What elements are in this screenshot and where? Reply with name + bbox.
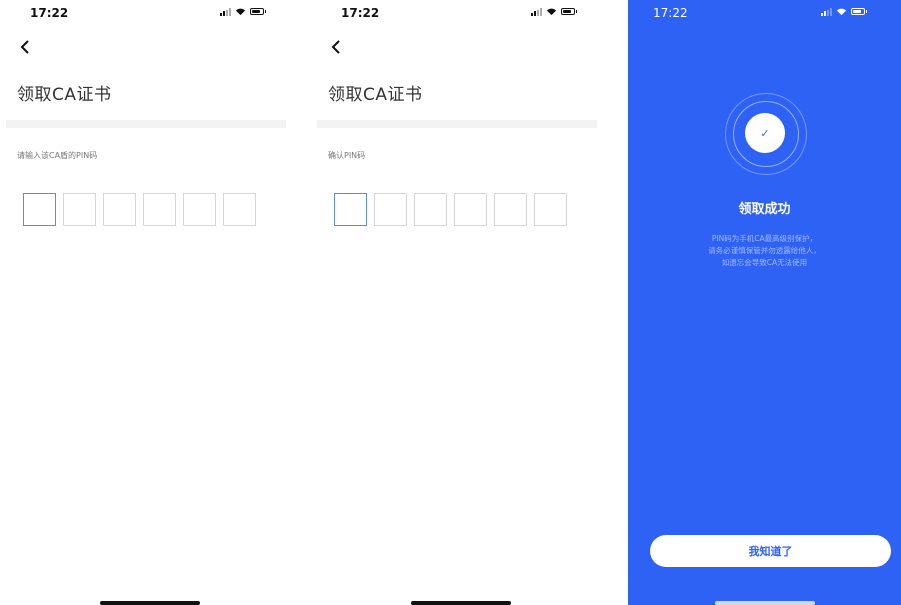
pin-box[interactable] [23, 193, 56, 226]
checkmark-icon: ✓ [760, 126, 770, 140]
wifi-icon [546, 8, 557, 16]
status-time: 17:22 [341, 6, 380, 20]
pin-box[interactable] [374, 193, 407, 226]
success-badge: ✓ [745, 113, 785, 153]
battery-icon [250, 8, 266, 15]
signal-icon [821, 7, 832, 16]
back-arrow-icon[interactable] [328, 38, 346, 56]
screen-enter-pin: 17:22 领取CA证书 请输入该CA盾的PIN码 [0, 0, 300, 605]
pin-box[interactable] [334, 193, 367, 226]
acknowledge-button[interactable]: 我知道了 [650, 535, 891, 567]
wifi-icon [836, 8, 847, 16]
page-title: 领取CA证书 [328, 85, 423, 105]
pin-box[interactable] [63, 193, 96, 226]
page-title: 领取CA证书 [17, 85, 112, 105]
screen-confirm-pin: 17:22 领取CA证书 确认PIN码 [311, 0, 611, 605]
signal-icon [531, 7, 542, 16]
pin-box[interactable] [454, 193, 487, 226]
home-indicator [411, 601, 511, 605]
pin-box[interactable] [223, 193, 256, 226]
desc-line: 如遗忘会导致CA无法使用 [721, 258, 808, 267]
pin-label: 确认PIN码 [328, 151, 366, 160]
pin-input[interactable] [334, 193, 567, 226]
pin-box[interactable] [494, 193, 527, 226]
home-indicator [715, 601, 815, 605]
home-indicator [100, 601, 200, 605]
pin-box[interactable] [534, 193, 567, 226]
divider [317, 120, 597, 128]
screen-success: 17:22 ✓ 领取成功 PIN码为手机CA最高级别保护， 请务必谨慎保管并勿透… [628, 0, 901, 605]
pin-box[interactable] [414, 193, 447, 226]
status-time: 17:22 [30, 6, 69, 20]
battery-icon [851, 8, 867, 15]
success-title: 领取成功 [738, 202, 791, 217]
pin-box[interactable] [103, 193, 136, 226]
divider [6, 120, 286, 128]
status-bar: 17:22 [628, 0, 901, 28]
desc-line: 请务必谨慎保管并勿透露给他人， [708, 246, 821, 255]
wifi-icon [235, 8, 246, 16]
battery-icon [561, 8, 577, 15]
pin-box[interactable] [183, 193, 216, 226]
pin-label: 请输入该CA盾的PIN码 [17, 151, 98, 160]
status-bar: 17:22 [311, 0, 611, 28]
status-bar: 17:22 [0, 0, 300, 28]
back-arrow-icon[interactable] [17, 38, 35, 56]
pin-box[interactable] [143, 193, 176, 226]
signal-icon [220, 7, 231, 16]
pin-input[interactable] [23, 193, 256, 226]
status-time: 17:22 [653, 6, 688, 20]
success-description: PIN码为手机CA最高级别保护， 请务必谨慎保管并勿透露给他人， 如遗忘会导致C… [628, 233, 901, 269]
desc-line: PIN码为手机CA最高级别保护， [711, 234, 818, 243]
